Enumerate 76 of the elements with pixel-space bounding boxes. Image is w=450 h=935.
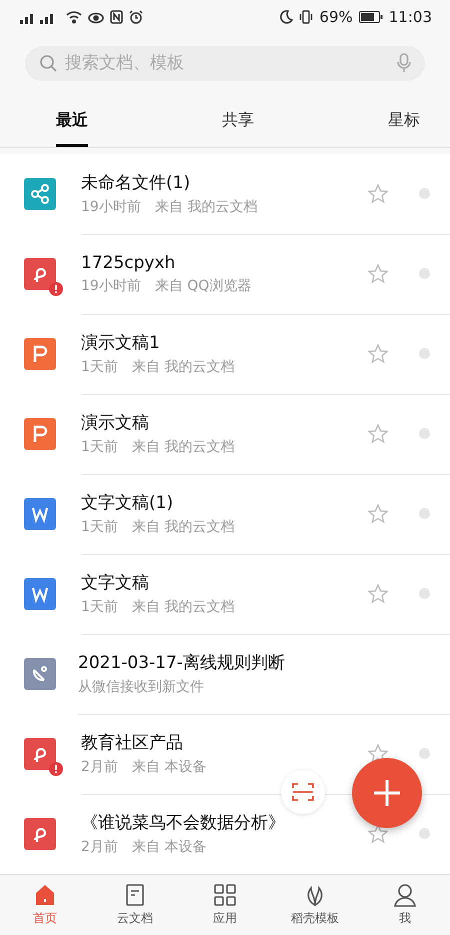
star-icon[interactable] xyxy=(368,584,388,604)
status-dot-icon xyxy=(419,428,430,440)
file-icon xyxy=(24,738,56,770)
file-time: 1天前 xyxy=(81,438,118,456)
file-name[interactable]: 演示文稿 xyxy=(81,411,149,434)
file-icon xyxy=(24,338,56,370)
microphone-icon[interactable] xyxy=(397,53,411,74)
wifi-icon xyxy=(66,10,82,24)
search-bar[interactable]: 搜索文档、模板 xyxy=(25,46,425,82)
star-icon[interactable] xyxy=(368,504,388,524)
file-time: 2月前 xyxy=(81,758,118,776)
status-dot-icon xyxy=(419,588,430,600)
nfc-icon xyxy=(110,10,123,24)
eye-icon xyxy=(88,10,104,24)
file-name[interactable]: 2021-03-17-离线规则判断 xyxy=(78,651,285,674)
file-time: 1天前 xyxy=(81,518,118,536)
star-icon[interactable] xyxy=(368,744,388,764)
battery-icon xyxy=(358,10,383,23)
document-icon xyxy=(123,883,147,908)
file-name[interactable]: 文字文稿(1) xyxy=(81,491,174,514)
satellite-dish-icon xyxy=(24,658,56,690)
grid-icon xyxy=(213,883,237,908)
file-time: 19小时前 xyxy=(81,198,141,216)
file-name[interactable]: 1725cpyxh xyxy=(81,252,176,273)
file-time: 1天前 xyxy=(81,358,118,376)
file-source: 从微信接收到新文件 xyxy=(78,678,204,696)
file-source: 来自 我的云文档 xyxy=(154,198,258,216)
battery-percentage: 69% xyxy=(319,8,353,26)
search-icon xyxy=(39,54,57,72)
status-dot-icon xyxy=(419,748,430,760)
share-icon xyxy=(24,178,56,210)
file-time: 1天前 xyxy=(81,598,118,616)
file-icon xyxy=(24,258,56,290)
star-icon[interactable] xyxy=(368,424,388,444)
vibrate-icon xyxy=(299,10,314,24)
file-icon xyxy=(24,818,56,850)
nav-tab[interactable]: 我 xyxy=(360,875,450,935)
star-icon[interactable] xyxy=(368,264,388,284)
status-dot-icon xyxy=(419,508,430,520)
file-name[interactable]: 教育社区产品 xyxy=(81,731,183,754)
file-source: 来自 我的云文档 xyxy=(132,598,234,616)
file-source: 来自 本设备 xyxy=(132,838,206,856)
person-icon xyxy=(393,883,417,908)
home-icon xyxy=(33,883,57,908)
tab[interactable]: 共享 xyxy=(222,97,254,148)
moon-icon xyxy=(279,10,294,24)
file-source: 来自 本设备 xyxy=(132,758,206,776)
status-dot-icon xyxy=(419,348,430,360)
plus-icon xyxy=(374,780,400,806)
star-icon[interactable] xyxy=(368,184,388,204)
status-dot-icon xyxy=(419,828,430,840)
clock-time: 11:03 xyxy=(388,8,432,26)
file-time: 19小时前 xyxy=(81,276,141,295)
document-icon xyxy=(24,578,56,610)
file-source: 来自 我的云文档 xyxy=(132,518,234,536)
search-field[interactable]: 搜索文档、模板 xyxy=(63,52,391,74)
alarm-icon xyxy=(129,10,143,24)
file-name[interactable]: 演示文稿1 xyxy=(81,331,160,354)
status-dot-icon xyxy=(419,188,430,200)
status-dot-icon xyxy=(419,268,430,280)
file-source: 来自 我的云文档 xyxy=(132,438,234,456)
file-source: 来自 我的云文档 xyxy=(132,358,234,376)
file-time: 2月前 xyxy=(81,838,118,856)
file-name[interactable]: 未命名文件(1) xyxy=(81,171,190,194)
file-name[interactable]: 《谁说菜鸟不会数据分析》 xyxy=(81,811,285,834)
nav-tab[interactable]: 稻壳模板 xyxy=(270,875,360,935)
tab[interactable]: 最近 xyxy=(56,97,88,148)
tab[interactable]: 星标 xyxy=(388,97,420,148)
file-icon xyxy=(24,418,56,450)
nav-tab[interactable]: 应用 xyxy=(180,875,270,935)
scan-icon xyxy=(292,782,314,802)
nav-tab[interactable]: 云文档 xyxy=(90,875,180,935)
file-source: 来自 QQ浏览器 xyxy=(154,276,252,295)
star-icon[interactable] xyxy=(368,344,388,364)
file-name[interactable]: 文字文稿 xyxy=(81,571,149,594)
document-icon xyxy=(24,498,56,530)
